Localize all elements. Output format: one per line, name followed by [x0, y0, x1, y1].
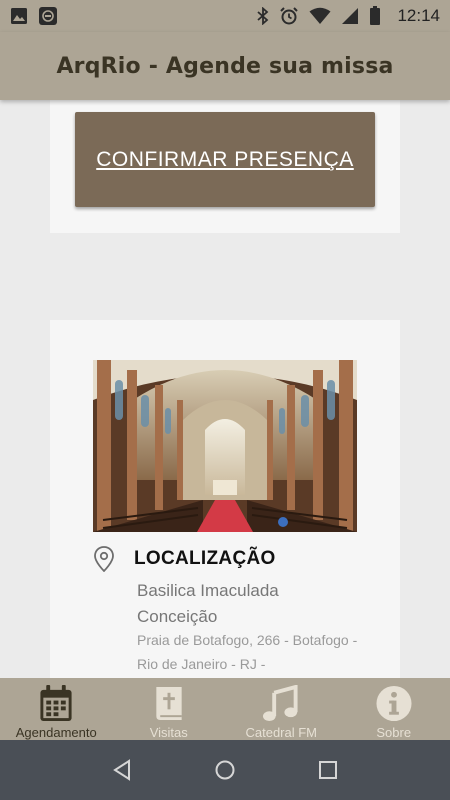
alarm-icon: [280, 7, 299, 25]
bible-icon: [156, 686, 182, 721]
back-icon[interactable]: [111, 759, 133, 781]
calendar-icon: [40, 685, 72, 722]
notification-app-icon: [39, 7, 57, 25]
nav-sobre[interactable]: Sobre: [338, 678, 450, 740]
location-pin-icon: [94, 546, 114, 572]
nav-catedral-fm[interactable]: Catedral FM: [225, 678, 338, 740]
signal-icon: [342, 8, 359, 24]
image-icon: [11, 8, 27, 24]
app-bar: ArqRio - Agende sua missa: [0, 32, 450, 100]
church-name: Basilica Imaculada Conceição: [137, 581, 279, 626]
nav-label: Visitas: [149, 725, 188, 740]
confirm-card: CONFIRMAR PRESENÇA: [50, 100, 400, 233]
system-navigation-bar: [0, 740, 450, 800]
location-heading: LOCALIZAÇÃO: [134, 548, 276, 569]
nav-label: Agendamento: [15, 725, 97, 740]
page-title: ArqRio - Agende sua missa: [56, 53, 394, 79]
church-address: Praia de Botafogo, 266 - Botafogo - Rio …: [137, 632, 358, 672]
location-header: LOCALIZAÇÃO: [93, 546, 276, 572]
bottom-navigation: Agendamento Visitas Catedral FM Sobre: [0, 678, 450, 740]
content-scroll[interactable]: CONFIRMAR PRESENÇA LOCALIZAÇÃO Basilica …: [0, 100, 450, 678]
home-icon[interactable]: [214, 759, 236, 781]
battery-icon: [370, 6, 381, 25]
confirm-attendance-button[interactable]: CONFIRMAR PRESENÇA: [75, 112, 375, 207]
info-icon: [376, 685, 412, 722]
recents-icon[interactable]: [317, 759, 339, 781]
music-note-icon: [263, 685, 298, 722]
confirm-attendance-label: CONFIRMAR PRESENÇA: [96, 147, 354, 171]
bluetooth-icon: [257, 7, 269, 25]
nav-agendamento[interactable]: Agendamento: [0, 678, 113, 740]
location-card: LOCALIZAÇÃO Basilica Imaculada Conceição…: [50, 320, 400, 678]
wifi-icon: [309, 7, 331, 24]
status-bar: 12:14: [0, 0, 450, 32]
church-photo: [93, 360, 357, 532]
clock: 12:14: [397, 6, 440, 25]
nav-label: Catedral FM: [245, 725, 318, 740]
nav-visitas[interactable]: Visitas: [113, 678, 226, 740]
nav-label: Sobre: [376, 725, 412, 740]
